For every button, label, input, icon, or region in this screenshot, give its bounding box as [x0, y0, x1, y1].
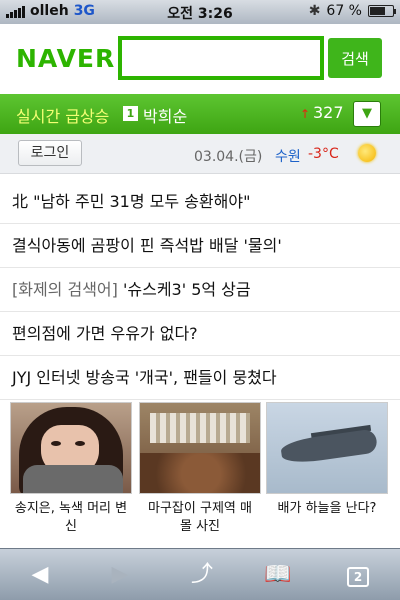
news-headline[interactable]: 北 "남하 주민 31명 모두 송환해야" — [12, 192, 250, 211]
trend-count: 327 — [313, 103, 344, 122]
sun-icon — [358, 144, 376, 162]
photo-caption[interactable]: 배가 하늘을 난다? — [266, 500, 388, 518]
news-headline[interactable]: 편의점에 가면 우유가 없다? — [12, 324, 198, 343]
news-item[interactable]: JYJ 인터넷 방송국 '개국', 팬들이 뭉쳤다 — [0, 356, 400, 400]
expand-toggle-button[interactable]: ▼ — [353, 101, 381, 127]
rank-badge: 1 — [123, 106, 138, 121]
battery-icon — [368, 5, 396, 17]
share-icon: ⤴ — [190, 562, 213, 587]
news-item[interactable]: 결식아동에 곰팡이 핀 즉석밥 배달 '물의' — [0, 224, 400, 268]
bookmarks-button[interactable]: 📖 — [258, 559, 298, 591]
news-headline[interactable]: '슈스케3' 5억 상금 — [118, 280, 251, 299]
photo-card[interactable]: 송지은, 녹색 머리 변신 — [10, 402, 132, 536]
trending-keyword[interactable]: 박희순 — [143, 103, 187, 127]
temperature: -3°C — [308, 146, 339, 162]
chevron-down-icon: ▼ — [362, 106, 372, 121]
search-input[interactable] — [122, 40, 320, 76]
tabs-icon: 2 — [347, 567, 369, 587]
forward-arrow-icon: ▶ — [111, 562, 129, 587]
news-headline[interactable]: JYJ 인터넷 방송국 '개국', 팬들이 뭉쳤다 — [12, 368, 277, 387]
news-item[interactable]: [화제의 검색어] '슈스케3' 5억 상금 — [0, 268, 400, 312]
photo-card[interactable]: 배가 하늘을 난다? — [266, 402, 388, 518]
battery-percent: 67 % — [326, 3, 362, 19]
news-headline[interactable]: 결식아동에 곰팡이 핀 즉석밥 배달 '물의' — [12, 236, 282, 255]
naver-logo[interactable]: NAVER — [16, 44, 115, 73]
photo-caption[interactable]: 송지은, 녹색 머리 변신 — [10, 500, 132, 536]
news-tag: [화제의 검색어] — [12, 280, 118, 299]
weather-city[interactable]: 수원 — [275, 146, 301, 166]
back-button[interactable]: ◀ — [20, 559, 60, 591]
status-bar: olleh 3G 오전 3:26 ✱ 67 % — [0, 0, 400, 24]
header: NAVER 검색 — [0, 24, 400, 94]
login-button[interactable]: 로그인 — [18, 140, 82, 166]
share-button[interactable]: ⤴ — [182, 559, 222, 591]
photo-news: 송지은, 녹색 머리 변신 마구잡이 구제역 매몰 사진 배가 하늘을 난다? — [0, 402, 400, 542]
realtime-label: 실시간 급상승 — [16, 107, 110, 126]
search-button[interactable]: 검색 — [328, 38, 382, 78]
date: 03.04.(금) — [194, 149, 263, 165]
tabs-button[interactable]: 2 — [338, 559, 378, 591]
photo-thumbnail[interactable] — [10, 402, 132, 494]
news-list: 北 "남하 주민 31명 모두 송환해야" 결식아동에 곰팡이 핀 즉석밥 배달… — [0, 180, 400, 400]
status-right: ✱ 67 % — [308, 3, 396, 19]
photo-card[interactable]: 마구잡이 구제역 매몰 사진 — [139, 402, 261, 536]
photo-thumbnail[interactable] — [139, 402, 261, 494]
bookmarks-icon: 📖 — [264, 562, 292, 587]
photo-caption[interactable]: 마구잡이 구제역 매몰 사진 — [139, 500, 261, 536]
forward-button[interactable]: ▶ — [100, 559, 140, 591]
bluetooth-icon: ✱ — [308, 3, 321, 19]
info-row: 로그인 03.04.(금) 수원 -3°C — [0, 134, 400, 174]
browser-toolbar: ◀ ▶ ⤴ 📖 2 — [0, 548, 400, 600]
photo-thumbnail[interactable] — [266, 402, 388, 494]
back-arrow-icon: ◀ — [31, 562, 49, 587]
search-box[interactable] — [118, 36, 324, 80]
trend-up-icon: ↑ — [300, 107, 311, 121]
news-item[interactable]: 北 "남하 주민 31명 모두 송환해야" — [0, 180, 400, 224]
news-item[interactable]: 편의점에 가면 우유가 없다? — [0, 312, 400, 356]
realtime-trending-bar[interactable]: 실시간 급상승 1 박희순 ↑ 327 ▼ — [0, 94, 400, 134]
